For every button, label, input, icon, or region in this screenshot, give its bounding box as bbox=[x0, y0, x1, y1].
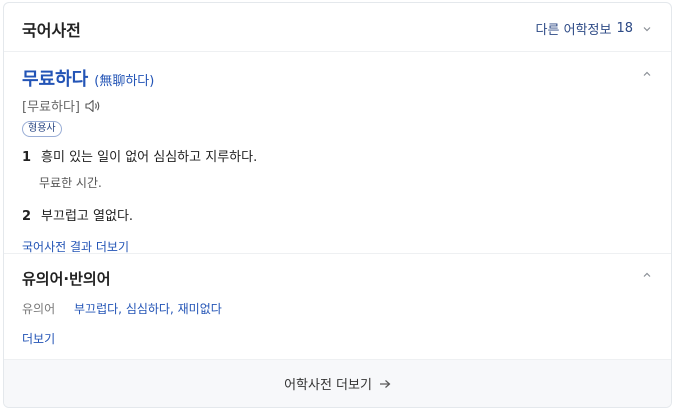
synonym-separator: , bbox=[169, 302, 178, 316]
synonym-header: 유의어·반의어 bbox=[22, 268, 652, 289]
pronunciation: [무료하다] bbox=[22, 100, 80, 115]
chevron-up-icon[interactable] bbox=[642, 69, 652, 79]
definition-number: 2 bbox=[22, 209, 32, 224]
headword[interactable]: 무료하다 bbox=[22, 65, 88, 91]
synonym-link[interactable]: 심심하다 bbox=[126, 302, 170, 316]
other-language-info-button[interactable]: 다른 어학정보 18 bbox=[536, 19, 651, 38]
synonym-section: 유의어·반의어 유의어 부끄럽다, 심심하다, 재미없다 더보기 bbox=[22, 268, 652, 347]
headword-line: 무료하다 (無聊하다) bbox=[22, 65, 652, 91]
synonym-words: 부끄럽다, 심심하다, 재미없다 bbox=[74, 300, 222, 317]
definition-example: 무료한 시간. bbox=[39, 176, 102, 190]
definition-number: 1 bbox=[22, 150, 32, 165]
chevron-down-icon bbox=[643, 26, 651, 31]
part-of-speech-badge: 형용사 bbox=[22, 121, 62, 137]
pronunciation-line: [무료하다] bbox=[22, 96, 652, 115]
hanja-notation: (無聊하다) bbox=[94, 74, 155, 89]
synonym-separator: , bbox=[118, 302, 126, 316]
synonym-row: 유의어 부끄럽다, 심심하다, 재미없다 bbox=[22, 300, 652, 317]
synonym-label: 유의어 bbox=[22, 302, 56, 316]
speaker-icon[interactable] bbox=[84, 98, 102, 114]
other-info-count: 18 bbox=[616, 21, 633, 36]
synonym-more-link[interactable]: 더보기 bbox=[22, 330, 652, 347]
synonym-title: 유의어·반의어 bbox=[22, 270, 111, 288]
definition-text: 흥미 있는 일이 없어 심심하고 지루하다. bbox=[41, 150, 258, 165]
word-entry: 무료하다 (無聊하다) [무료하다] 형용사 1 흥미 있는 일이 없어 심심하고… bbox=[22, 65, 652, 255]
dictionary-more-footer-button[interactable]: 어학사전 더보기 bbox=[4, 359, 671, 407]
definition-text: 부끄럽고 열없다. bbox=[41, 209, 134, 224]
synonym-link[interactable]: 재미없다 bbox=[178, 302, 222, 316]
synonym-link[interactable]: 부끄럽다 bbox=[74, 302, 118, 316]
arrow-right-icon bbox=[379, 379, 391, 388]
definition-item: 2 부끄럽고 열없다. bbox=[22, 205, 652, 224]
dictionary-card: 국어사전 다른 어학정보 18 무료하다 (無聊하다) [무료하다] 형용사 1… bbox=[3, 2, 672, 408]
definition-item: 1 흥미 있는 일이 없어 심심하고 지루하다. bbox=[22, 146, 652, 165]
footer-label: 어학사전 더보기 bbox=[284, 378, 372, 393]
other-info-label: 다른 어학정보 bbox=[535, 23, 612, 38]
chevron-up-icon[interactable] bbox=[642, 270, 652, 280]
card-header: 국어사전 다른 어학정보 18 bbox=[4, 3, 671, 52]
section-divider bbox=[4, 253, 671, 254]
dictionary-title: 국어사전 bbox=[22, 21, 81, 40]
